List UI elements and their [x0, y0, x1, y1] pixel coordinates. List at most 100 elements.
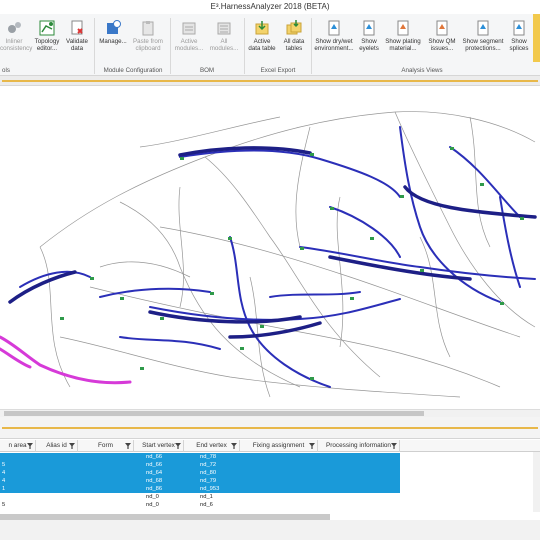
- all-modules-button[interactable]: All modules...: [207, 20, 241, 64]
- column-label: Form: [98, 442, 113, 449]
- validate-data-label: Validate data: [66, 38, 88, 52]
- validate-data-button[interactable]: Validate data: [64, 20, 90, 64]
- group-label-analysis-views: Analysis Views: [401, 67, 443, 74]
- filter-icon[interactable]: [231, 443, 237, 449]
- show-eyelets-button[interactable]: Show eyelets: [357, 20, 381, 64]
- analysis-view-icon: [361, 20, 377, 36]
- column-header-form[interactable]: Form: [78, 440, 134, 452]
- cell-alias-id: [54, 469, 74, 477]
- active-modules-button[interactable]: Active modules...: [172, 20, 206, 64]
- filter-icon[interactable]: [175, 443, 181, 449]
- show-segment-protections-button[interactable]: Show segment protections...: [460, 20, 506, 64]
- ribbon-separator: [94, 18, 95, 74]
- ribbon-toolbar: Inliner consistency Topology editor... V…: [0, 14, 540, 76]
- analysis-view-icon: [434, 20, 450, 36]
- manage-modules-button[interactable]: Manage...: [97, 20, 129, 64]
- table-vertical-scrollbar[interactable]: [533, 452, 540, 512]
- group-label-module-configuration: Module Configuration: [103, 67, 163, 74]
- column-header-start-vertex[interactable]: Start vertex: [134, 440, 184, 452]
- filter-icon[interactable]: [125, 443, 131, 449]
- show-plating-button[interactable]: Show plating material...: [383, 20, 423, 64]
- harness-3d-viewport[interactable]: [0, 87, 540, 409]
- topology-editor-label: Topology editor...: [34, 38, 60, 52]
- all-data-tables-button[interactable]: All data tables: [279, 20, 309, 64]
- show-dry-wet-label: Show dry/wet environment...: [314, 38, 354, 52]
- cell-area: [2, 493, 34, 501]
- bom-all-modules-icon: [216, 20, 232, 36]
- active-modules-label: Active modules...: [174, 38, 204, 52]
- table-row[interactable]: 4 nd_64 nd_80: [0, 469, 400, 477]
- column-header-alias-id[interactable]: Alias id: [36, 440, 78, 452]
- topology-editor-icon: [39, 20, 55, 36]
- all-data-tables-label: All data tables: [283, 38, 305, 52]
- show-segment-protections-label: Show segment protections...: [462, 38, 504, 52]
- show-splices-label: Show splices: [509, 38, 529, 52]
- excel-tables-icon: [286, 20, 302, 36]
- cell-alias-id: [54, 501, 74, 509]
- panel-splitter[interactable]: [0, 417, 540, 439]
- harness-drawing: [0, 111, 537, 398]
- show-qm-issues-button[interactable]: Show QM issues...: [425, 20, 459, 64]
- window-title: E³.HarnessAnalyzer 2018 (BETA): [0, 0, 540, 14]
- table-header: n area Alias id Form Start vertex End ve…: [0, 440, 540, 452]
- cell-end-vertex: nd_80: [200, 470, 217, 476]
- filter-icon[interactable]: [27, 443, 33, 449]
- cell-area: 5: [2, 502, 6, 508]
- highlighted-bundle: [0, 335, 132, 385]
- inliner-consistency-button[interactable]: Inliner consistency: [0, 20, 32, 64]
- cell-end-vertex: nd_1: [200, 494, 213, 500]
- cell-start-vertex: nd_64: [146, 470, 163, 476]
- show-qm-issues-label: Show QM issues...: [428, 38, 456, 52]
- group-label-tools: ols: [2, 67, 10, 74]
- document-tab-strip: [0, 76, 540, 86]
- paste-clipboard-button[interactable]: Paste from clipboard: [130, 20, 166, 64]
- table-row[interactable]: 4 nd_68 nd_79: [0, 477, 400, 485]
- column-header-area[interactable]: n area: [0, 440, 36, 452]
- analysis-view-icon: [395, 20, 411, 36]
- accent-line: [2, 427, 538, 429]
- cell-alias-id: [54, 453, 74, 461]
- cell-area: 5: [2, 462, 6, 468]
- column-header-end-vertex[interactable]: End vertex: [184, 440, 240, 452]
- viewport-horizontal-scrollbar[interactable]: [0, 409, 540, 417]
- topology-editor-button[interactable]: Topology editor...: [30, 20, 64, 64]
- table-row[interactable]: nd_0 nd_1: [0, 493, 400, 501]
- accent-line: [2, 80, 538, 82]
- clipboard-icon: [140, 20, 156, 36]
- cell-start-vertex: nd_86: [146, 486, 163, 492]
- show-splices-button[interactable]: Show splices: [507, 20, 531, 64]
- cell-area: 4: [2, 478, 6, 484]
- cell-end-vertex: nd_79: [200, 478, 217, 484]
- cell-start-vertex: nd_66: [146, 454, 163, 460]
- validate-document-icon: [69, 20, 85, 36]
- show-dry-wet-button[interactable]: Show dry/wet environment...: [312, 20, 356, 64]
- group-label-bom: BOM: [199, 67, 215, 74]
- table-row[interactable]: 5 nd_0 nd_6: [0, 501, 400, 509]
- harness-bundles: [19, 126, 536, 388]
- active-data-table-button[interactable]: Active data table: [246, 20, 278, 64]
- ribbon-separator: [170, 18, 171, 74]
- table-row[interactable]: nd_66 nd_78: [0, 453, 400, 461]
- filter-icon[interactable]: [309, 443, 315, 449]
- column-header-fixing-assignment[interactable]: Fixing assignment: [240, 440, 318, 452]
- paste-clipboard-label: Paste from clipboard: [133, 38, 163, 52]
- cell-alias-id: [54, 485, 74, 493]
- scrollbar-thumb[interactable]: [4, 411, 424, 416]
- analysis-view-icon: [511, 20, 527, 36]
- cell-alias-id: [54, 461, 74, 469]
- active-data-table-label: Active data table: [248, 38, 276, 52]
- show-eyelets-label: Show eyelets: [359, 38, 379, 52]
- table-row[interactable]: 5 nd_66 nd_72: [0, 461, 400, 469]
- analysis-view-icon: [475, 20, 491, 36]
- cell-end-vertex: nd_78: [200, 454, 217, 460]
- show-plating-label: Show plating material...: [385, 38, 421, 52]
- ribbon-overflow-tab[interactable]: [533, 14, 540, 62]
- ribbon-separator: [244, 18, 245, 74]
- filter-icon[interactable]: [69, 443, 75, 449]
- table-row[interactable]: 1 nd_86 nd_953: [0, 485, 400, 493]
- cell-start-vertex: nd_66: [146, 462, 163, 468]
- filter-icon[interactable]: [391, 443, 397, 449]
- column-label: Alias id: [46, 442, 67, 449]
- column-header-processing-information[interactable]: Processing information: [318, 440, 400, 452]
- manage-modules-label: Manage...: [99, 38, 127, 45]
